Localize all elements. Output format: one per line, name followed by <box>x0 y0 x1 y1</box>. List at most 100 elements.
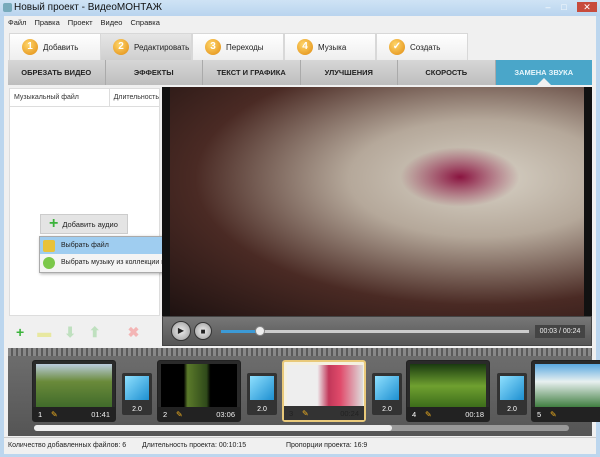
tab-label: Музыка <box>318 42 347 52</box>
step-tab-transitions[interactable]: 3 Переходы <box>192 33 284 60</box>
edit-icon[interactable]: ▬ <box>37 324 51 340</box>
transition-tile[interactable]: 2.0 <box>372 373 402 415</box>
transition-tile[interactable]: 2.0 <box>247 373 277 415</box>
clip-thumbnail <box>410 364 486 408</box>
play-button[interactable]: ▶ <box>171 321 191 341</box>
clip-thumbnail <box>36 364 112 408</box>
clip-duration: 00:24 <box>340 409 359 418</box>
add-audio-button[interactable]: + Добавить аудио <box>40 214 128 234</box>
scrollbar-thumb[interactable] <box>34 425 392 431</box>
subtab-effects[interactable]: ЭФФЕКТЫ <box>106 60 203 85</box>
clip-number: 2 <box>163 410 168 419</box>
button-label: Добавить аудио <box>62 219 118 229</box>
transition-icon <box>250 376 274 400</box>
film-perforation <box>8 348 592 356</box>
clip-info-bar <box>532 407 600 421</box>
tab-label: Добавить <box>43 42 79 52</box>
column-music-file[interactable]: Музыкальный файл <box>10 89 110 106</box>
status-files-count: Количество добавленных файлов: 6 <box>8 442 127 449</box>
move-up-icon[interactable]: ⬆ <box>89 324 101 341</box>
menu-item-label: Выбрать файл <box>61 242 109 249</box>
seek-progress <box>221 330 260 333</box>
menu-project[interactable]: Проект <box>68 18 93 27</box>
pencil-icon[interactable]: ✎ <box>176 410 183 419</box>
step-number-icon: 2 <box>113 39 129 55</box>
timeline-clip[interactable]: 4 ✎ 00:18 <box>406 360 490 422</box>
edit-subtabs: ОБРЕЗАТЬ ВИДЕО ЭФФЕКТЫ ТЕКСТ И ГРАФИКА У… <box>8 60 592 85</box>
menu-bar: Файл Правка Проект Видео Справка <box>4 16 596 30</box>
pencil-icon[interactable]: ✎ <box>302 409 309 418</box>
menu-edit[interactable]: Правка <box>34 18 59 27</box>
clip-number: 5 <box>537 410 542 419</box>
clip-duration: 01:41 <box>91 410 110 419</box>
transition-icon <box>375 376 399 400</box>
transition-tile[interactable]: 2.0 <box>122 373 152 415</box>
tab-label: Переходы <box>226 42 264 52</box>
window-title: Новый проект - ВидеоМОНТАЖ <box>14 2 162 13</box>
timeline-clip[interactable]: 1 ✎ 01:41 <box>32 360 116 422</box>
folder-icon <box>43 239 55 252</box>
column-duration[interactable]: Длительность <box>110 89 159 106</box>
seek-handle[interactable] <box>254 326 265 336</box>
close-button[interactable]: ✕ <box>577 2 597 12</box>
clip-number: 3 <box>289 409 294 418</box>
player-controls: ▶ ■ 00:03 / 00:24 <box>162 316 592 346</box>
tab-label: Создать <box>410 42 441 52</box>
minimize-button[interactable]: – <box>541 2 555 12</box>
transition-duration: 2.0 <box>132 406 142 413</box>
checkmark-icon: ✓ <box>389 39 405 55</box>
transition-tile[interactable]: 2.0 <box>497 373 527 415</box>
timeline-clip[interactable]: 5 ✎ <box>531 360 600 422</box>
step-tab-create[interactable]: ✓ Создать <box>376 33 468 60</box>
seek-slider[interactable] <box>221 326 529 336</box>
video-frame <box>400 147 520 207</box>
timeline-clip[interactable]: 2 ✎ 03:06 <box>157 360 241 422</box>
step-tab-edit[interactable]: 2 Редактировать <box>100 33 192 60</box>
step-number-icon: 4 <box>297 39 313 55</box>
maximize-button[interactable]: □ <box>557 2 571 12</box>
clip-thumbnail <box>535 364 600 408</box>
app-icon <box>3 3 12 12</box>
stop-button[interactable]: ■ <box>194 322 212 340</box>
timeline: 1 ✎ 01:41 2 ✎ 03:06 3 ✎ 00:24 4 ✎ 00:18 5 ✎ 2.0 2.0 2.0 2… <box>8 348 600 436</box>
step-number-icon: 3 <box>205 39 221 55</box>
menu-file[interactable]: Файл <box>8 18 26 27</box>
pencil-icon[interactable]: ✎ <box>425 410 432 419</box>
subtab-replace-audio[interactable]: ЗАМЕНА ЗВУКА <box>495 60 592 85</box>
subtab-speed[interactable]: СКОРОСТЬ <box>398 60 496 85</box>
music-note-icon <box>43 256 55 269</box>
transition-duration: 2.0 <box>382 406 392 413</box>
pencil-icon[interactable]: ✎ <box>51 410 58 419</box>
clip-duration: 03:06 <box>216 410 235 419</box>
menu-video[interactable]: Видео <box>101 18 123 27</box>
audio-list: Музыкальный файл Длительность <box>9 88 160 316</box>
title-bar: Новый проект - ВидеоМОНТАЖ – □ ✕ <box>0 0 600 16</box>
clip-number: 1 <box>38 410 43 419</box>
pencil-icon[interactable]: ✎ <box>550 410 557 419</box>
transition-duration: 2.0 <box>507 406 517 413</box>
status-project-duration: Длительность проекта: 00:10:15 <box>142 442 247 449</box>
step-tab-add[interactable]: 1 Добавить <box>9 33 101 60</box>
subtab-enhancements[interactable]: УЛУЧШЕНИЯ <box>301 60 398 85</box>
plus-icon: + <box>49 215 59 232</box>
add-icon[interactable]: + <box>16 324 24 340</box>
step-tab-music[interactable]: 4 Музыка <box>284 33 376 60</box>
clip-number: 4 <box>412 410 417 419</box>
delete-icon[interactable]: ✖ <box>128 324 140 341</box>
move-down-icon[interactable]: ⬇ <box>64 324 76 341</box>
timeline-clip[interactable]: 3 ✎ 00:24 <box>282 360 366 422</box>
transition-icon <box>125 376 149 400</box>
video-preview <box>162 87 592 316</box>
clip-duration: 00:18 <box>465 410 484 419</box>
clip-thumbnail <box>161 364 237 408</box>
clip-thumbnail <box>287 365 363 409</box>
time-display: 00:03 / 00:24 <box>535 325 585 338</box>
status-aspect-ratio: Пропорции проекта: 16:9 <box>286 442 368 449</box>
menu-help[interactable]: Справка <box>130 18 159 27</box>
timeline-scrollbar[interactable] <box>34 425 569 431</box>
subtab-trim[interactable]: ОБРЕЗАТЬ ВИДЕО <box>8 60 106 85</box>
subtab-text-graphics[interactable]: ТЕКСТ И ГРАФИКА <box>203 60 301 85</box>
transition-icon <box>500 376 524 400</box>
tab-label: Редактировать <box>134 42 190 52</box>
audio-toolbar: + ▬ ⬇ ⬆ ✖ <box>9 318 160 346</box>
